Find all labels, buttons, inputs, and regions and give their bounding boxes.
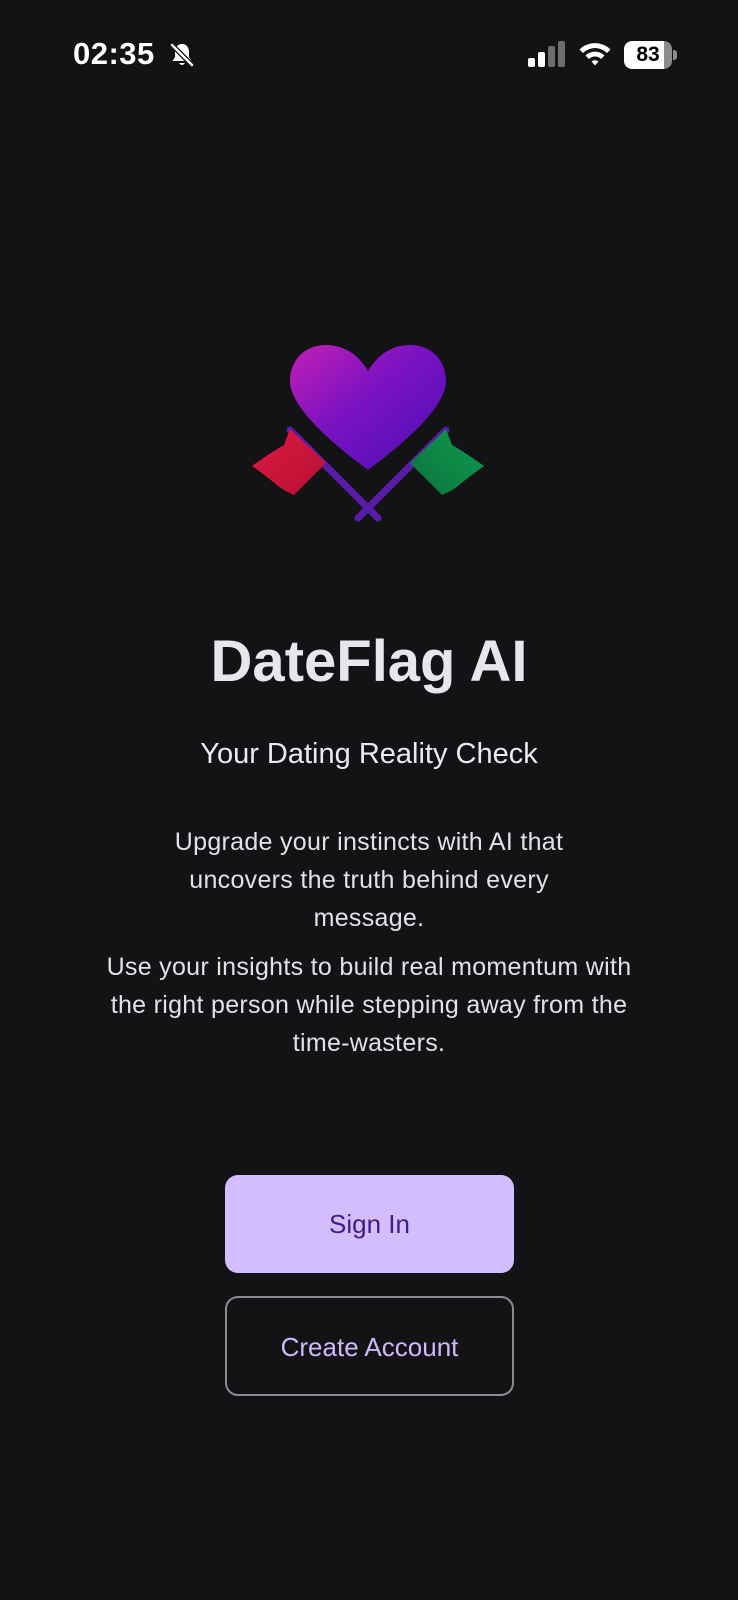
app-tagline: Your Dating Reality Check (200, 738, 538, 770)
battery-level: 83 (636, 43, 660, 66)
description-paragraph-2: Use your insights to build real momentum… (106, 953, 632, 1057)
welcome-screen: 02:35 83 DateFlag AI Your Dating Reality… (0, 0, 738, 1600)
bell-slash-icon (170, 43, 194, 67)
cellular-signal-icon (528, 41, 565, 67)
heart-with-crossed-flags-logo (252, 345, 484, 522)
description-paragraph-1: Upgrade your instincts with AI that unco… (174, 828, 564, 932)
wifi-icon (579, 43, 611, 66)
app-title: DateFlag AI (210, 629, 528, 694)
sign-in-button[interactable]: Sign In (225, 1175, 514, 1273)
green-flag-icon (410, 429, 484, 495)
create-account-button[interactable]: Create Account (225, 1296, 514, 1396)
status-time: 02:35 (73, 36, 155, 71)
battery-icon: 83 (624, 41, 677, 69)
red-flag-icon (252, 429, 326, 495)
status-bar: 02:35 83 (0, 0, 738, 110)
